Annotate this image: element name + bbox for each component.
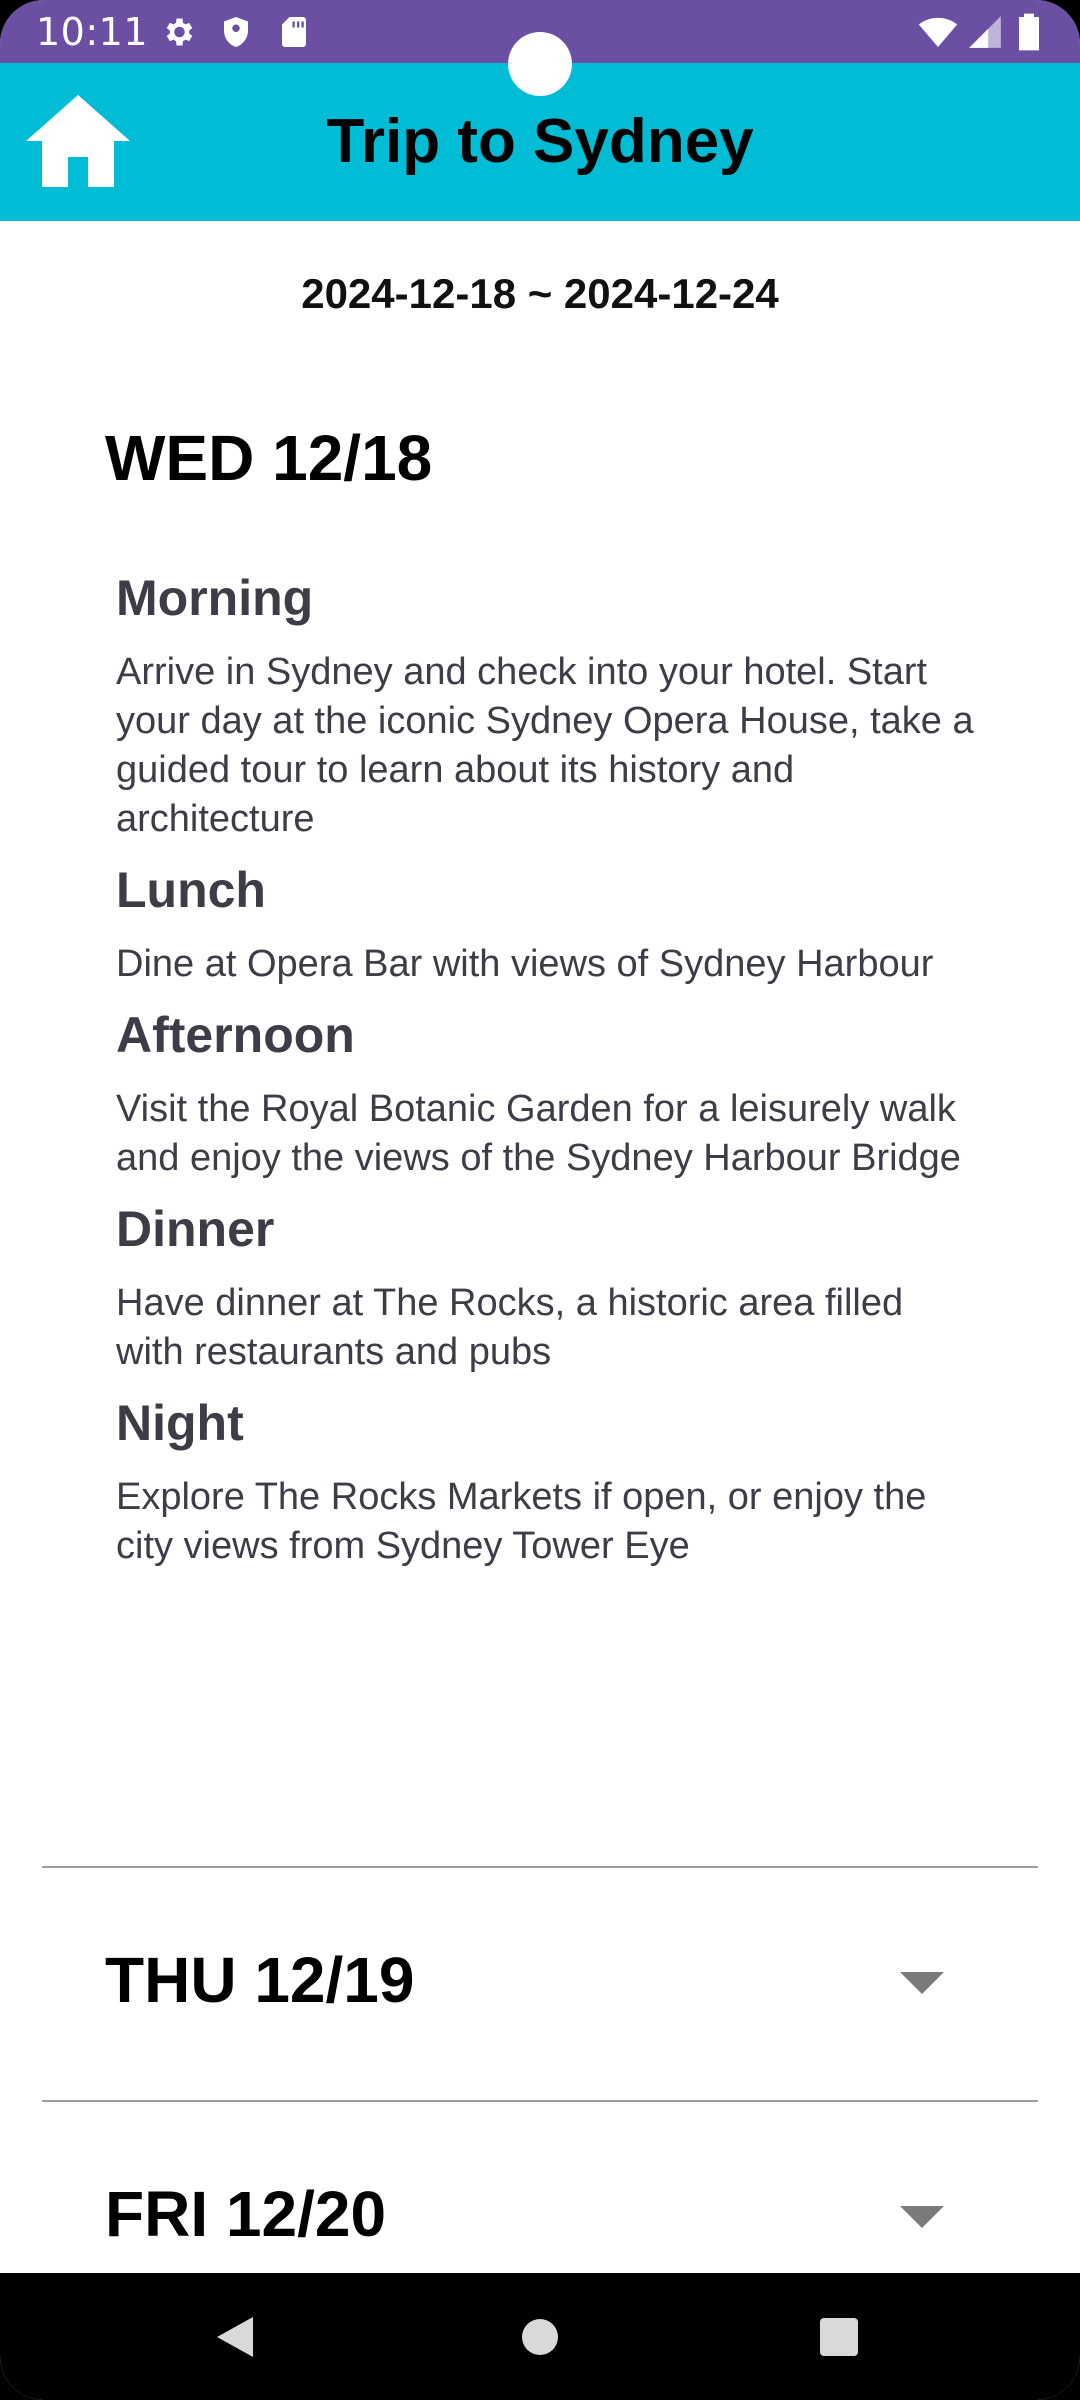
chevron-down-icon[interactable] (900, 1972, 944, 1994)
itinerary-list[interactable]: 2024-12-18 ~ 2024-12-24 WED 12/18 Mornin… (0, 221, 1080, 2273)
day-sections: Morning Arrive in Sydney and check into … (116, 566, 976, 1585)
trip-date-range: 2024-12-18 ~ 2024-12-24 (301, 270, 779, 317)
gear-icon (166, 18, 193, 46)
section-lunch: Lunch Dine at Opera Bar with views of Sy… (116, 858, 976, 989)
navigation-bar (0, 2273, 1080, 2400)
day-label: THU 12/19 (105, 1944, 415, 2016)
section-title: Dinner (116, 1201, 275, 1257)
day-header-wed[interactable]: WED 12/18 (105, 418, 432, 498)
home-circle-icon[interactable] (506, 2303, 574, 2371)
section-text: Have dinner at The Rocks, a historic are… (116, 1282, 904, 1373)
section-morning: Morning Arrive in Sydney and check into … (116, 566, 976, 844)
app-screen: 10:11 Trip to Sydney 2024-12-18 ~ 2024-1… (0, 0, 1080, 2400)
section-dinner: Dinner Have dinner at The Rocks, a histo… (116, 1197, 976, 1377)
chevron-down-icon[interactable] (900, 2206, 944, 2228)
wifi-icon (918, 17, 958, 47)
camera-cutout (508, 32, 572, 96)
shield-icon (224, 17, 248, 47)
section-title: Morning (116, 570, 314, 626)
section-title: Afternoon (116, 1007, 355, 1063)
sd-card-icon (282, 17, 306, 47)
app-title: Trip to Sydney (326, 107, 754, 176)
day-row-thu[interactable]: THU 12/19 (42, 1870, 1038, 2100)
section-text: Visit the Royal Botanic Garden for a lei… (116, 1088, 961, 1179)
section-afternoon: Afternoon Visit the Royal Botanic Garden… (116, 1003, 976, 1183)
section-text: Arrive in Sydney and check into your hot… (116, 651, 974, 840)
divider (42, 2100, 1038, 2102)
section-night: Night Explore The Rocks Markets if open,… (116, 1391, 976, 1571)
divider (42, 1866, 1038, 1868)
section-text: Dine at Opera Bar with views of Sydney H… (116, 943, 934, 985)
section-title: Lunch (116, 862, 266, 918)
day-label: FRI 12/20 (105, 2178, 387, 2250)
section-title: Night (116, 1395, 244, 1451)
back-icon[interactable] (203, 2303, 271, 2371)
section-text: Explore The Rocks Markets if open, or en… (116, 1476, 927, 1567)
signal-icon (969, 16, 1001, 48)
day-row-fri[interactable]: FRI 12/20 (42, 2104, 1038, 2273)
recents-icon[interactable] (805, 2303, 873, 2371)
status-time: 10:11 (36, 10, 149, 54)
battery-icon (1019, 13, 1039, 51)
